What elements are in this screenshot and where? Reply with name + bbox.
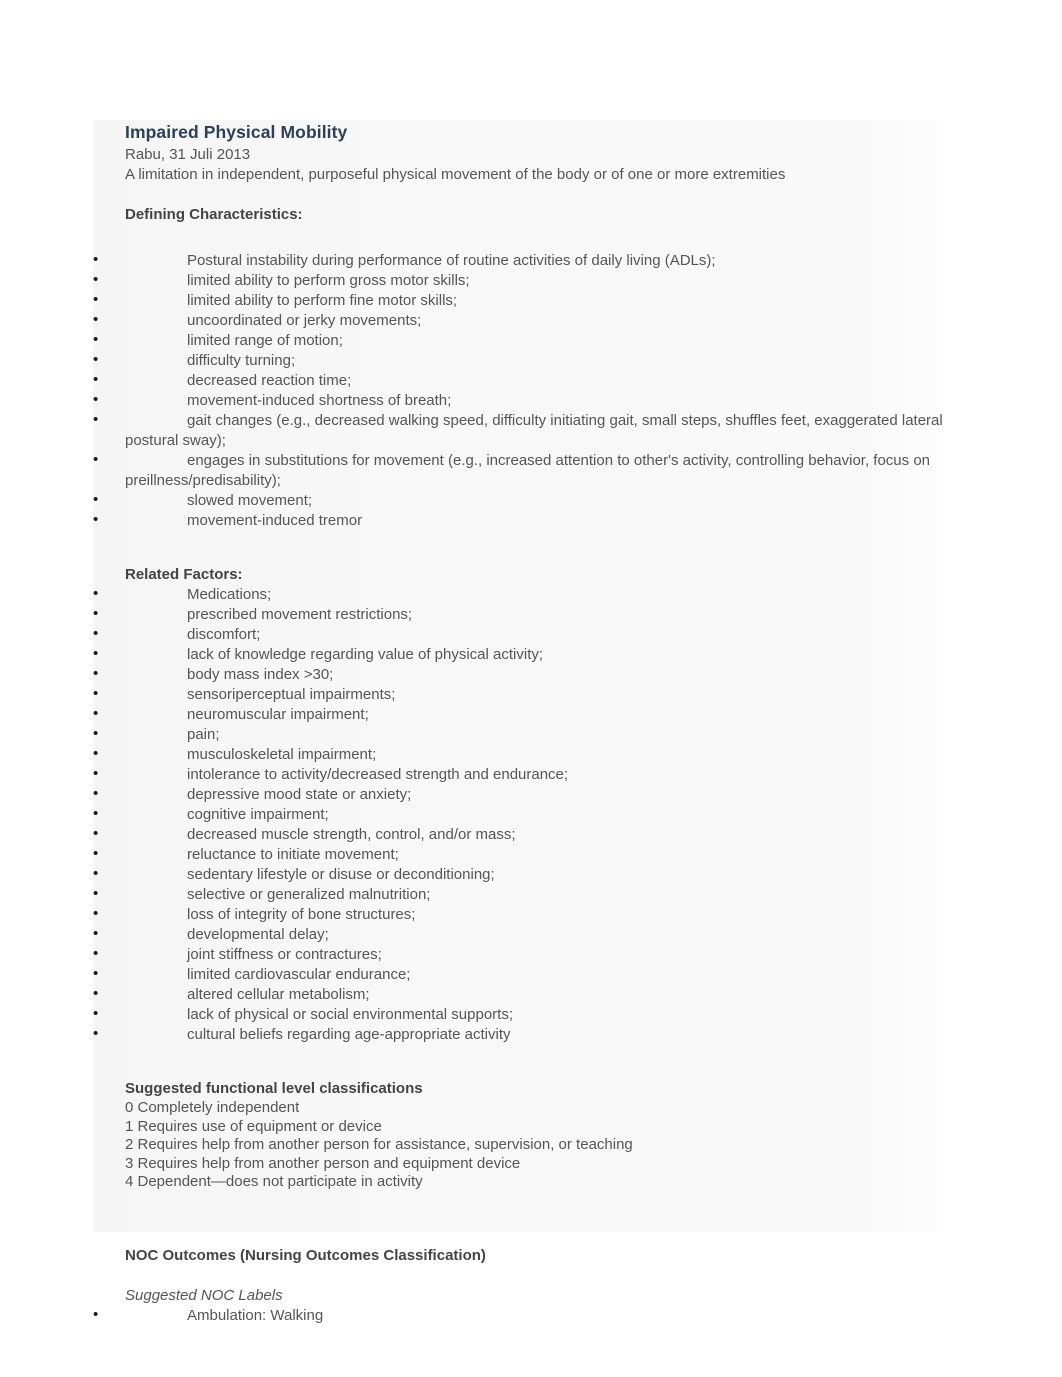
list-item: intolerance to activity/decreased streng…: [93, 764, 943, 785]
list-item: prescribed movement restrictions;: [93, 604, 943, 625]
list-item: body mass index >30;: [93, 664, 943, 685]
list-item-text: decreased muscle strength, control, and/…: [187, 826, 516, 843]
list-item-text: limited range of motion;: [187, 332, 343, 349]
document-definition: A limitation in independent, purposeful …: [125, 166, 786, 183]
list-item: depressive mood state or anxiety;: [93, 784, 943, 805]
list-item: gait changes (e.g., decreased walking sp…: [93, 410, 943, 451]
defining-characteristics-heading: Defining Characteristics:: [125, 206, 303, 223]
list-item-text: limited ability to perform fine motor sk…: [187, 292, 458, 309]
list-item: cultural beliefs regarding age-appropria…: [93, 1024, 943, 1045]
list-item: limited ability to perform gross motor s…: [93, 270, 943, 291]
document-date: Rabu, 31 Juli 2013: [125, 146, 251, 163]
list-item-text: limited cardiovascular endurance;: [187, 966, 411, 983]
list-item-text: sensoriperceptual impairments;: [187, 686, 396, 703]
list-item: sedentary lifestyle or disuse or decondi…: [93, 864, 943, 885]
list-item-text: loss of integrity of bone structures;: [187, 906, 416, 923]
noc-labels-list: Ambulation: Walking: [93, 1305, 943, 1326]
list-item: developmental delay;: [93, 924, 943, 945]
functional-levels-heading: Suggested functional level classificatio…: [125, 1080, 423, 1097]
list-item: loss of integrity of bone structures;: [93, 904, 943, 925]
functional-level-line: 0 Completely independent: [125, 1099, 300, 1116]
list-item-text: discomfort;: [187, 626, 261, 643]
list-item-text: gait changes (e.g., decreased walking sp…: [125, 412, 943, 449]
document-page: Impaired Physical Mobility Rabu, 31 Juli…: [0, 0, 1062, 1377]
functional-level-line: 2 Requires help from another person for …: [125, 1136, 633, 1153]
list-item: slowed movement;: [93, 490, 943, 511]
list-item: lack of physical or social environmental…: [93, 1004, 943, 1025]
related-factors-heading: Related Factors:: [125, 566, 243, 583]
defining-characteristics-list: Postural instability during performance …: [93, 250, 943, 531]
list-item: musculoskeletal impairment;: [93, 744, 943, 765]
list-item-text: cognitive impairment;: [187, 806, 329, 823]
list-item: uncoordinated or jerky movements;: [93, 310, 943, 331]
list-item: Ambulation: Walking: [93, 1305, 943, 1326]
list-item-text: body mass index >30;: [187, 666, 334, 683]
page-title: Impaired Physical Mobility: [125, 122, 348, 142]
list-item: discomfort;: [93, 624, 943, 645]
related-factors-list: Medications; prescribed movement restric…: [93, 584, 943, 1045]
list-item-text: developmental delay;: [187, 926, 329, 943]
list-item-text: uncoordinated or jerky movements;: [187, 312, 422, 329]
list-item-text: pain;: [187, 726, 220, 743]
list-item-text: Postural instability during performance …: [187, 252, 716, 269]
list-item-text: lack of knowledge regarding value of phy…: [187, 646, 544, 663]
list-item: reluctance to initiate movement;: [93, 844, 943, 865]
list-item-text: musculoskeletal impairment;: [187, 746, 377, 763]
list-item-text: prescribed movement restrictions;: [187, 606, 413, 623]
list-item: Medications;: [93, 584, 943, 605]
list-item: engages in substitutions for movement (e…: [93, 450, 943, 491]
list-item: decreased reaction time;: [93, 370, 943, 391]
list-item-text: depressive mood state or anxiety;: [187, 786, 412, 803]
list-item: altered cellular metabolism;: [93, 984, 943, 1005]
list-item: pain;: [93, 724, 943, 745]
list-item-text: lack of physical or social environmental…: [187, 1006, 513, 1023]
list-item-text: movement-induced tremor: [187, 512, 363, 529]
functional-level-line: 1 Requires use of equipment or device: [125, 1117, 382, 1135]
list-item: sensoriperceptual impairments;: [93, 684, 943, 705]
list-item-text: movement-induced shortness of breath;: [187, 392, 452, 409]
list-item-text: difficulty turning;: [187, 352, 296, 369]
list-item: limited cardiovascular endurance;: [93, 964, 943, 985]
list-item: neuromuscular impairment;: [93, 704, 943, 725]
list-item: cognitive impairment;: [93, 804, 943, 825]
list-item: lack of knowledge regarding value of phy…: [93, 644, 943, 665]
list-item-text: selective or generalized malnutrition;: [187, 886, 431, 903]
functional-level-line: 4 Dependent—does not participate in acti…: [125, 1173, 423, 1190]
document-content: Impaired Physical Mobility Rabu, 31 Juli…: [93, 120, 943, 1326]
list-item: limited range of motion;: [93, 330, 943, 351]
list-item: Postural instability during performance …: [93, 250, 943, 271]
list-item: limited ability to perform fine motor sk…: [93, 290, 943, 311]
list-item-text: decreased reaction time;: [187, 372, 352, 389]
noc-labels-subheading: Suggested NOC Labels: [125, 1286, 283, 1304]
list-item: joint stiffness or contractures;: [93, 944, 943, 965]
list-item: difficulty turning;: [93, 350, 943, 371]
list-item: selective or generalized malnutrition;: [93, 884, 943, 905]
list-item-text: limited ability to perform gross motor s…: [187, 272, 470, 289]
list-item: decreased muscle strength, control, and/…: [93, 824, 943, 845]
list-item-text: joint stiffness or contractures;: [187, 946, 382, 963]
list-item-text: intolerance to activity/decreased streng…: [187, 766, 569, 783]
list-item-text: slowed movement;: [187, 492, 313, 509]
functional-level-line: 3 Requires help from another person and …: [125, 1154, 521, 1172]
list-item-text: Medications;: [187, 586, 272, 603]
list-item-text: reluctance to initiate movement;: [187, 846, 399, 863]
list-item-text: sedentary lifestyle or disuse or decondi…: [187, 866, 495, 883]
noc-outcomes-heading: NOC Outcomes (Nursing Outcomes Classific…: [125, 1246, 486, 1264]
list-item-text: neuromuscular impairment;: [187, 706, 369, 723]
list-item-text: cultural beliefs regarding age-appropria…: [187, 1026, 511, 1043]
list-item-text: engages in substitutions for movement (e…: [125, 452, 930, 489]
list-item-text: Ambulation: Walking: [187, 1306, 324, 1324]
list-item: movement-induced tremor: [93, 510, 943, 531]
list-item-text: altered cellular metabolism;: [187, 986, 370, 1003]
list-item: movement-induced shortness of breath;: [93, 390, 943, 411]
